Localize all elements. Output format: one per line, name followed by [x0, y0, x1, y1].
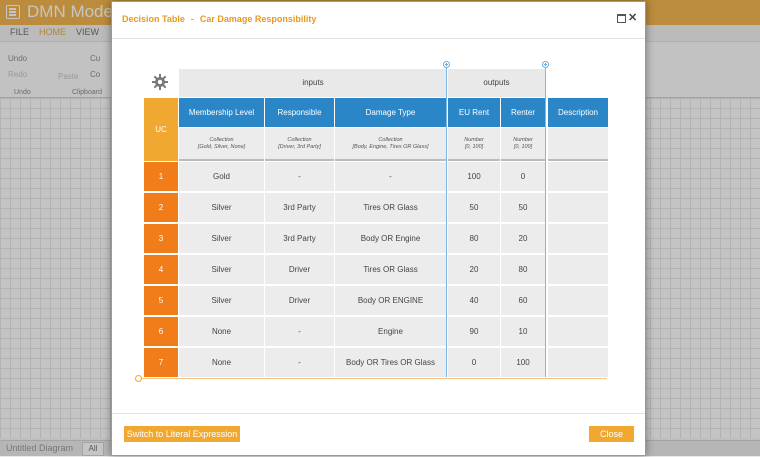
- table-cell[interactable]: -: [335, 162, 446, 192]
- table-cell[interactable]: [548, 224, 608, 254]
- table-cell[interactable]: 10: [501, 317, 545, 347]
- column-header[interactable]: Responsible: [265, 98, 334, 127]
- column-domain: [0, 100]: [513, 143, 533, 150]
- table-cell[interactable]: [548, 348, 608, 378]
- table-cell[interactable]: -: [265, 348, 334, 378]
- table-cell[interactable]: 50: [501, 193, 545, 223]
- table-cell[interactable]: None: [179, 317, 264, 347]
- table-cell[interactable]: 90: [448, 317, 500, 347]
- column-separator: [547, 98, 548, 377]
- table-cell[interactable]: 50: [448, 193, 500, 223]
- table-cell[interactable]: Body OR ENGINE: [335, 286, 446, 316]
- table-cell[interactable]: Body OR Tires OR Glass: [335, 348, 446, 378]
- table-cell[interactable]: 100: [448, 162, 500, 192]
- column-type-cell[interactable]: [548, 128, 608, 161]
- column-type-cell[interactable]: Number [0, 100]: [448, 128, 500, 161]
- table-cell[interactable]: [548, 286, 608, 316]
- table-cell[interactable]: Tires OR Glass: [335, 255, 446, 285]
- column-header[interactable]: Renter: [501, 98, 545, 127]
- column-separator: [447, 98, 448, 377]
- dialog-header: Decision Table - Car Damage Responsibility…: [112, 2, 645, 39]
- table-cell[interactable]: 20: [501, 224, 545, 254]
- table-cell[interactable]: Gold: [179, 162, 264, 192]
- column-type-cell[interactable]: Collection [Body, Engine, Tires OR Glass]: [335, 128, 446, 161]
- table-cell[interactable]: Body OR Engine: [335, 224, 446, 254]
- row-number[interactable]: 4: [144, 255, 178, 285]
- close-icon[interactable]: ✕: [628, 11, 637, 24]
- input-output-divider: [446, 68, 447, 377]
- column-type: Collection: [378, 136, 403, 143]
- dialog-title-separator: -: [190, 14, 194, 24]
- table-cell[interactable]: 0: [501, 162, 545, 192]
- column-header[interactable]: EU Rent: [448, 98, 500, 127]
- column-domain: [Gold, Silver, None]: [197, 143, 246, 150]
- column-separator: [264, 98, 265, 377]
- inputs-header: inputs: [179, 69, 447, 97]
- add-output-column-icon[interactable]: [542, 61, 549, 68]
- column-type-cell[interactable]: Collection [Gold, Silver, None]: [179, 128, 264, 161]
- column-header[interactable]: Membership Level: [179, 98, 264, 127]
- outputs-header: outputs: [448, 69, 545, 97]
- column-domain: [Body, Engine, Tires OR Glass]: [352, 143, 429, 150]
- gear-icon[interactable]: [152, 74, 168, 90]
- table-cell[interactable]: [548, 162, 608, 192]
- column-header[interactable]: Damage Type: [335, 98, 446, 127]
- table-cell[interactable]: Silver: [179, 255, 264, 285]
- hit-policy-cell[interactable]: UC: [144, 98, 178, 161]
- table-cell[interactable]: -: [265, 317, 334, 347]
- table-cell[interactable]: Engine: [335, 317, 446, 347]
- add-row-icon[interactable]: [135, 375, 142, 382]
- table-cell[interactable]: -: [265, 162, 334, 192]
- column-type-cell[interactable]: Collection [Driver, 3rd Party]: [265, 128, 334, 161]
- row-number[interactable]: 3: [144, 224, 178, 254]
- column-header[interactable]: Description: [548, 98, 608, 127]
- column-type: Collection: [209, 136, 234, 143]
- column-type: Collection: [287, 136, 312, 143]
- column-separator: [334, 98, 335, 377]
- switch-to-literal-expression-button[interactable]: Switch to Literal Expression: [124, 426, 240, 442]
- table-cell[interactable]: None: [179, 348, 264, 378]
- table-cell[interactable]: Silver: [179, 224, 264, 254]
- output-annotation-divider: [545, 68, 546, 377]
- dialog-footer: Switch to Literal Expression Close: [112, 413, 645, 456]
- decision-table-dialog: Decision Table - Car Damage Responsibility…: [111, 1, 646, 456]
- table-cell[interactable]: 3rd Party: [265, 193, 334, 223]
- table-cell[interactable]: 60: [501, 286, 545, 316]
- table-cell[interactable]: 80: [448, 224, 500, 254]
- row-number[interactable]: 7: [144, 348, 178, 378]
- column-domain: [0, 100]: [464, 143, 484, 150]
- table-cell[interactable]: 40: [448, 286, 500, 316]
- column-type: Number: [513, 136, 533, 143]
- add-input-column-icon[interactable]: [443, 61, 450, 68]
- table-cell[interactable]: Tires OR Glass: [335, 193, 446, 223]
- table-cell[interactable]: 100: [501, 348, 545, 378]
- row-number[interactable]: 5: [144, 286, 178, 316]
- table-cell[interactable]: Silver: [179, 193, 264, 223]
- dialog-title-label: Decision Table: [122, 14, 185, 24]
- dialog-title: Decision Table - Car Damage Responsibility: [122, 14, 316, 24]
- table-cell[interactable]: [548, 255, 608, 285]
- table-cell[interactable]: 0: [448, 348, 500, 378]
- table-cell[interactable]: [548, 193, 608, 223]
- add-row-line: [139, 378, 607, 379]
- table-cell[interactable]: 80: [501, 255, 545, 285]
- column-domain: [Driver, 3rd Party]: [278, 143, 321, 150]
- table-cell[interactable]: 20: [448, 255, 500, 285]
- table-cell[interactable]: [548, 317, 608, 347]
- table-cell[interactable]: Silver: [179, 286, 264, 316]
- table-cell[interactable]: Driver: [265, 286, 334, 316]
- table-cell[interactable]: Driver: [265, 255, 334, 285]
- dialog-subtitle: Car Damage Responsibility: [199, 14, 317, 24]
- column-type-cell[interactable]: Number [0, 100]: [501, 128, 545, 161]
- column-separator: [178, 98, 179, 377]
- row-number[interactable]: 2: [144, 193, 178, 223]
- column-separator: [500, 98, 501, 377]
- column-type: Number: [464, 136, 484, 143]
- row-number[interactable]: 6: [144, 317, 178, 347]
- maximize-icon[interactable]: [617, 14, 626, 23]
- close-button[interactable]: Close: [589, 426, 634, 442]
- row-number[interactable]: 1: [144, 162, 178, 192]
- table-cell[interactable]: 3rd Party: [265, 224, 334, 254]
